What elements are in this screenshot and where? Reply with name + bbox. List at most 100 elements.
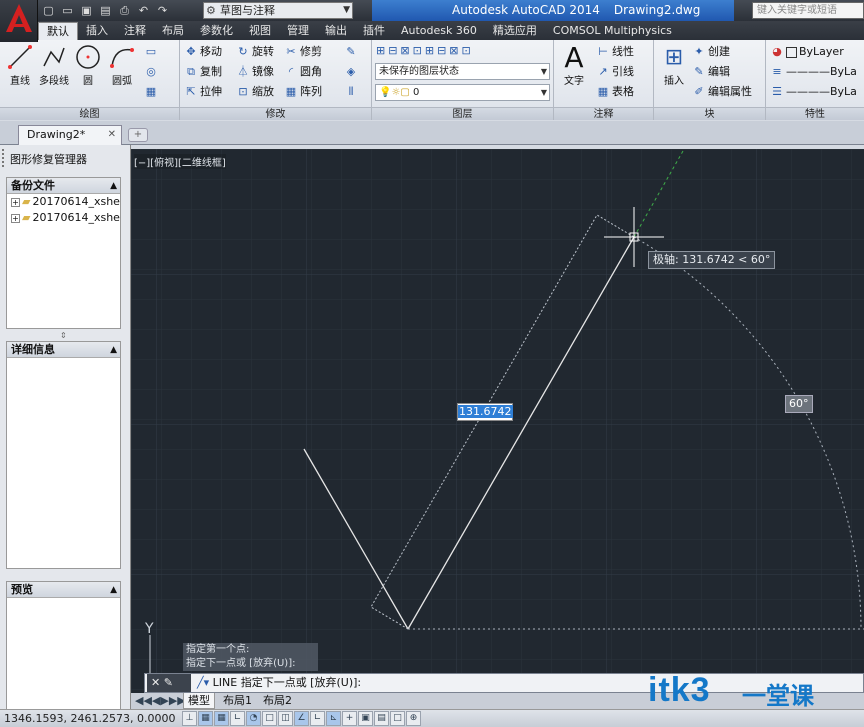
fillet-button[interactable]: ◜ 圆角 [284, 63, 322, 81]
coordinate-readout[interactable]: 1346.1593, 2461.2573, 0.0000 [4, 710, 175, 727]
create-block-button[interactable]: ✦ 创建 [692, 43, 730, 61]
offset-button[interactable]: ⫴ [344, 83, 360, 101]
tab-layout1[interactable]: 布局1 [219, 693, 256, 709]
tab-featured-apps[interactable]: 精选应用 [485, 22, 545, 40]
viewport-controls[interactable]: [−][俯视][二维线框] [134, 154, 226, 169]
sc-toggle[interactable]: □ [390, 711, 405, 726]
layers-panel-title[interactable]: 图层 [372, 107, 553, 120]
drawing-canvas[interactable]: Y [131, 149, 864, 693]
scale-button[interactable]: ⊡ 缩放 [236, 83, 274, 101]
tab-autodesk360[interactable]: Autodesk 360 [393, 22, 485, 40]
new-tab-button[interactable]: + [128, 128, 148, 142]
snap-toggle[interactable]: ▦ [198, 711, 213, 726]
dynamic-input-field[interactable]: 131.6742 [457, 403, 513, 421]
copy-button[interactable]: ⧉ 复制 [184, 63, 222, 81]
color-select[interactable]: ◕ ByLayer [770, 43, 844, 61]
tab-plugins[interactable]: 插件 [355, 22, 393, 40]
tab-output[interactable]: 输出 [317, 22, 355, 40]
am-toggle[interactable]: ⊕ [406, 711, 421, 726]
layer-tools-icons[interactable]: ⊞⊟⊠⊡⊞⊟⊠⊡ [376, 42, 474, 60]
3d-osnap-toggle[interactable]: ◫ [278, 711, 293, 726]
move-button[interactable]: ✥ 移动 [184, 43, 222, 61]
print-icon[interactable]: ⎙ [116, 2, 133, 19]
ortho-toggle[interactable]: ∟ [230, 711, 245, 726]
rotate-button[interactable]: ↻ 旋转 [236, 43, 274, 61]
leader-button[interactable]: ↗ 引线 [596, 63, 634, 81]
text-button[interactable]: A 文字 [556, 41, 592, 88]
tree-item[interactable]: + ▰ 20170614_xshe: [7, 194, 120, 210]
collapse-icon[interactable]: ▲ [110, 178, 117, 194]
undo-icon[interactable]: ↶ [135, 2, 152, 19]
erase-button[interactable]: ✎ [344, 43, 360, 61]
expand-icon[interactable]: + [11, 213, 20, 223]
tab-manage[interactable]: 管理 [279, 22, 317, 40]
redo-icon[interactable]: ↷ [154, 2, 171, 19]
backup-files-header[interactable]: 备份文件 ▲ [7, 178, 120, 194]
hatch-button[interactable]: ▦ [144, 83, 160, 101]
new-file-icon[interactable]: ▢ [40, 2, 57, 19]
trim-button[interactable]: ✂ 修剪 [284, 43, 322, 61]
osnap-toggle[interactable]: □ [262, 711, 277, 726]
command-prompt[interactable]: ╱▾ LINE 指定下一点或 [放弃(U)]: [197, 674, 361, 692]
draw-panel-title[interactable]: 绘图 [0, 107, 179, 120]
linear-dim-button[interactable]: ⊢ 线性 [596, 43, 634, 61]
current-layer-select[interactable]: 💡☼▢ 0 ▼ [375, 84, 550, 101]
annotation-panel-title[interactable]: 注释 [554, 107, 653, 120]
search-input[interactable]: 键入关键字或短语 [752, 2, 864, 19]
tpy-toggle[interactable]: ▣ [358, 711, 373, 726]
application-menu-button[interactable] [0, 0, 38, 42]
layer-state-select[interactable]: 未保存的图层状态 ▼ [375, 63, 550, 80]
dyn-toggle[interactable]: ⊾ [326, 711, 341, 726]
grid-toggle[interactable]: ▦ [214, 711, 229, 726]
linetype-select[interactable]: ≡ ————ByLa [770, 63, 857, 81]
open-file-icon[interactable]: ▭ [59, 2, 76, 19]
line-button[interactable]: 直线 [2, 42, 38, 87]
tab-annotate[interactable]: 注释 [116, 22, 154, 40]
lineweight-select[interactable]: ☰ ————ByLa [770, 83, 857, 101]
preview-header[interactable]: 预览 ▲ [7, 582, 120, 598]
mirror-button[interactable]: ⏃ 镜像 [236, 63, 275, 81]
tab-view[interactable]: 视图 [241, 22, 279, 40]
edit-attributes-button[interactable]: ✐ 编辑属性 [692, 83, 752, 101]
polyline-button[interactable]: 多段线 [36, 42, 72, 87]
tab-parametric[interactable]: 参数化 [192, 22, 241, 40]
close-icon[interactable]: ✕ [151, 676, 160, 689]
polar-toggle[interactable]: ◔ [246, 711, 261, 726]
modify-panel-title[interactable]: 修改 [180, 107, 371, 120]
collapse-icon[interactable]: ▲ [110, 582, 117, 598]
expand-icon[interactable]: + [11, 197, 20, 207]
save-icon[interactable]: ▣ [78, 2, 95, 19]
workspace-selector[interactable]: ⚙ 草图与注释 ▼ [203, 2, 353, 19]
qp-toggle[interactable]: ▤ [374, 711, 389, 726]
arc-button[interactable]: 圆弧 [104, 42, 140, 87]
document-tab-drawing2[interactable]: Drawing2* ✕ [18, 125, 122, 145]
details-header[interactable]: 详细信息 ▲ [7, 342, 120, 358]
rectangle-button[interactable]: ▭ [144, 43, 160, 61]
tree-item[interactable]: + ▰ 20170614_xshe: [7, 210, 120, 226]
table-button[interactable]: ▦ 表格 [596, 83, 634, 101]
tab-comsol[interactable]: COMSOL Multiphysics [545, 22, 680, 40]
wrench-icon[interactable]: ✎ [164, 676, 173, 689]
splitter-handle[interactable]: ⇕ [60, 331, 67, 340]
stretch-button[interactable]: ⇱ 拉伸 [184, 83, 222, 101]
collapse-icon[interactable]: ▲ [110, 342, 117, 358]
edit-block-button[interactable]: ✎ 编辑 [692, 63, 730, 81]
explode-button[interactable]: ◈ [344, 63, 360, 81]
layout-nav-arrows[interactable]: ◀◀◀▶▶▶ [131, 693, 190, 709]
tab-layout[interactable]: 布局 [154, 22, 192, 40]
close-icon[interactable]: ✕ [108, 126, 116, 144]
array-button[interactable]: ▦ 阵列 [284, 83, 322, 101]
save-as-icon[interactable]: ▤ [97, 2, 114, 19]
insert-button[interactable]: ⊞ 插入 [656, 42, 692, 88]
tab-default[interactable]: 默认 [38, 22, 78, 40]
tab-model[interactable]: 模型 [183, 693, 215, 709]
lweight-toggle[interactable]: + [342, 711, 357, 726]
properties-panel-title[interactable]: 特性 [766, 107, 864, 120]
ellipse-button[interactable]: ◎ [144, 63, 160, 81]
block-panel-title[interactable]: 块 [654, 107, 765, 120]
tab-insert[interactable]: 插入 [78, 22, 116, 40]
ducs-toggle[interactable]: ∟ [310, 711, 325, 726]
infer-constraints-toggle[interactable]: ⊥ [182, 711, 197, 726]
circle-button[interactable]: 圆 [70, 42, 106, 87]
tab-layout2[interactable]: 布局2 [259, 693, 296, 709]
